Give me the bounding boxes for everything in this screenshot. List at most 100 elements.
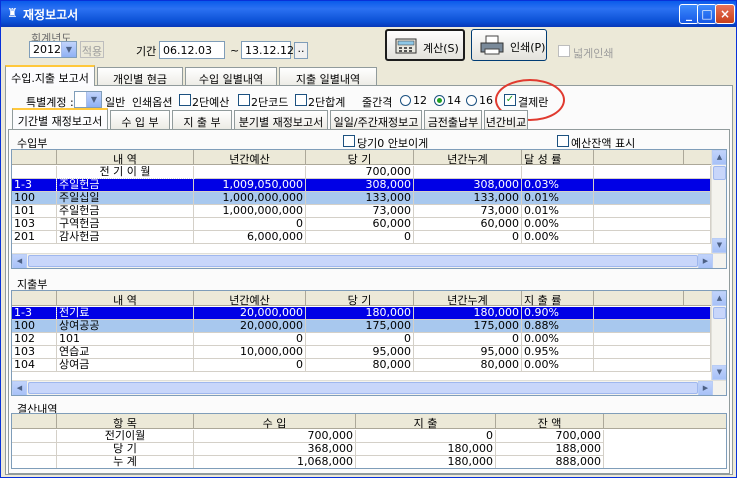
table-row[interactable]: 103 구역헌금 0 60,000 60,000 0.00% — [12, 218, 711, 231]
scroll-thumb[interactable] — [713, 166, 726, 180]
cell-budget: 0 — [194, 359, 306, 372]
calculate-button[interactable]: 계산(S) — [385, 29, 465, 61]
scroll-right-icon[interactable]: ▶ — [698, 381, 713, 395]
budget-balance-checkbox[interactable] — [557, 135, 569, 147]
tab-quarterly-report[interactable]: 분기별 재정보고서 — [234, 110, 328, 129]
header-item: 내 역 — [57, 291, 194, 307]
tab-income-expense-report[interactable]: 수입.지출 보고서 — [5, 65, 95, 86]
report-window: ♜ 재정보고서 _ □ × 회계년도 2012 ▼ 적용 기간 06.12.03… — [0, 0, 737, 478]
table-row[interactable]: 전 기 이 월 700,000 — [12, 166, 711, 179]
zero-hide-checkbox[interactable] — [343, 135, 355, 147]
cell-rate: 0.90% — [522, 307, 594, 320]
cell-extra — [594, 179, 711, 192]
expense-vscrollbar[interactable]: ▲ ▼ — [711, 291, 726, 380]
header-extra — [594, 291, 684, 306]
cell-name: 상여금 — [57, 359, 194, 372]
window-title: 재정보고서 — [23, 8, 79, 22]
cell-cumulative: 73,000 — [414, 205, 522, 218]
cell-extra — [594, 333, 711, 346]
cell-current: 0 — [306, 231, 414, 244]
scroll-left-icon[interactable]: ◀ — [12, 254, 27, 268]
close-button[interactable]: × — [715, 4, 735, 24]
table-row[interactable]: 104 상여금 0 80,000 80,000 0.00% — [12, 359, 711, 372]
cell-rate: 0.00% — [522, 359, 594, 372]
two-sum-checkbox[interactable] — [295, 94, 307, 106]
spacing-12-radio[interactable] — [400, 95, 411, 106]
header-annual-budget: 년간예산 — [194, 291, 306, 307]
maximize-button[interactable]: □ — [697, 4, 717, 24]
two-code-checkbox[interactable] — [238, 94, 250, 106]
cell-income: 368,000 — [194, 443, 356, 456]
table-row: 누 계 1,068,000 180,000 888,000 — [12, 456, 726, 468]
tab-expense-section[interactable]: 지 출 부 — [172, 110, 232, 129]
table-row[interactable]: 102 101 0 0 0 0.00% — [12, 333, 711, 346]
table-row[interactable]: 100 주일십일 1,000,000,000 133,000 133,000 0.01% — [12, 192, 711, 205]
table-row[interactable]: 1-3 주일헌금 1,009,050,000 308,000 308,000 0.03% — [12, 178, 711, 193]
two-budget-label: 2단예산 — [192, 96, 230, 109]
expense-hscrollbar[interactable]: ◀ ▶ — [12, 380, 726, 395]
scroll-up-icon[interactable]: ▲ — [712, 291, 726, 306]
header-code — [12, 150, 57, 165]
fiscal-year-select[interactable]: 2012 ▼ — [29, 41, 77, 58]
table-row[interactable]: 1-3 전기료 20,000,000 180,000 180,000 0.90% — [12, 306, 711, 321]
calculate-label: 계산(S) — [423, 42, 459, 55]
cell-code: 101 — [12, 205, 57, 218]
scroll-thumb[interactable] — [28, 382, 698, 394]
cell-code: 103 — [12, 346, 57, 359]
special-account-select[interactable]: ▼ — [74, 91, 102, 108]
scroll-up-icon[interactable]: ▲ — [712, 150, 726, 165]
two-budget-checkbox[interactable] — [179, 94, 191, 106]
tab-daily-weekly-report[interactable]: 일일/주간재정보고 — [330, 110, 422, 129]
chevron-down-icon[interactable]: ▼ — [61, 42, 76, 57]
cell-name: 전기료 — [56, 306, 195, 321]
tab-period-report[interactable]: 기간별 재정보고서 — [12, 108, 108, 129]
tab-income-daily[interactable]: 수입 일별내역 — [185, 67, 277, 86]
header-code — [12, 291, 57, 306]
date-to-field[interactable]: 13.12.12 — [241, 41, 294, 59]
tab-expense-daily[interactable]: 지출 일별내역 — [279, 67, 377, 86]
scroll-down-icon[interactable]: ▼ — [712, 365, 726, 380]
table-row[interactable]: 100 상여공공 20,000,000 175,000 175,000 0.88% — [12, 320, 711, 333]
income-hscrollbar[interactable]: ◀ ▶ — [12, 253, 726, 268]
two-code-label: 2단코드 — [251, 96, 289, 109]
chevron-down-icon[interactable]: ▼ — [86, 92, 101, 107]
tab-personal-cash[interactable]: 개인별 현금 — [97, 67, 183, 86]
title-bar[interactable]: ♜ 재정보고서 _ □ × — [1, 1, 736, 27]
scroll-left-icon[interactable]: ◀ — [12, 381, 27, 395]
cell-rate: 0.01% — [522, 192, 594, 205]
scroll-right-icon[interactable]: ▶ — [698, 254, 713, 268]
tab-cash-ledger[interactable]: 금전출납부 — [424, 110, 482, 129]
table-row[interactable]: 101 주일헌금 1,000,000,000 73,000 73,000 0.01% — [12, 205, 711, 218]
scroll-down-icon[interactable]: ▼ — [712, 238, 726, 253]
cell-current: 180,000 — [306, 307, 414, 320]
apply-button[interactable]: 적용 — [80, 41, 104, 58]
cell-expense: 180,000 — [356, 443, 496, 456]
date-picker-button[interactable]: .. — [294, 42, 308, 59]
cell-rate — [522, 166, 594, 179]
cell-current: 0 — [306, 333, 414, 346]
scroll-thumb[interactable] — [713, 307, 726, 319]
printer-icon — [480, 35, 504, 55]
header-extra — [594, 150, 684, 165]
cell-balance: 188,000 — [496, 443, 604, 456]
print-options-label: 인쇄옵션 — [132, 96, 173, 109]
table-row: 전기이월 700,000 0 700,000 — [12, 430, 726, 443]
spacing-16-radio[interactable] — [466, 95, 477, 106]
minimize-button[interactable]: _ — [679, 4, 699, 24]
table-row: 당 기 368,000 180,000 188,000 — [12, 443, 726, 456]
income-vscrollbar[interactable]: ▲ ▼ — [711, 150, 726, 253]
tab-annual-compare[interactable]: 년간비교 — [484, 110, 528, 129]
table-row[interactable]: 103 연습교 10,000,000 95,000 95,000 0.95% — [12, 346, 711, 359]
date-from-field[interactable]: 06.12.03 — [159, 41, 225, 59]
print-button[interactable]: 인쇄(P) — [471, 29, 547, 61]
wide-print-checkbox[interactable] — [558, 45, 570, 57]
scroll-thumb[interactable] — [28, 255, 698, 267]
cell-name: 주일헌금 — [56, 178, 195, 193]
settlement-grid-header: 항 목 수 입 지 출 잔 액 — [12, 414, 726, 430]
table-row[interactable]: 201 감사헌금 6,000,000 0 0 0.00% — [12, 231, 711, 244]
tab-income-section[interactable]: 수 입 부 — [110, 110, 170, 129]
cell-item: 누 계 — [57, 456, 194, 468]
spacing-14-radio[interactable] — [434, 95, 445, 106]
spacing-16-label: 16 — [479, 94, 493, 107]
cell-budget: 20,000,000 — [194, 320, 306, 333]
